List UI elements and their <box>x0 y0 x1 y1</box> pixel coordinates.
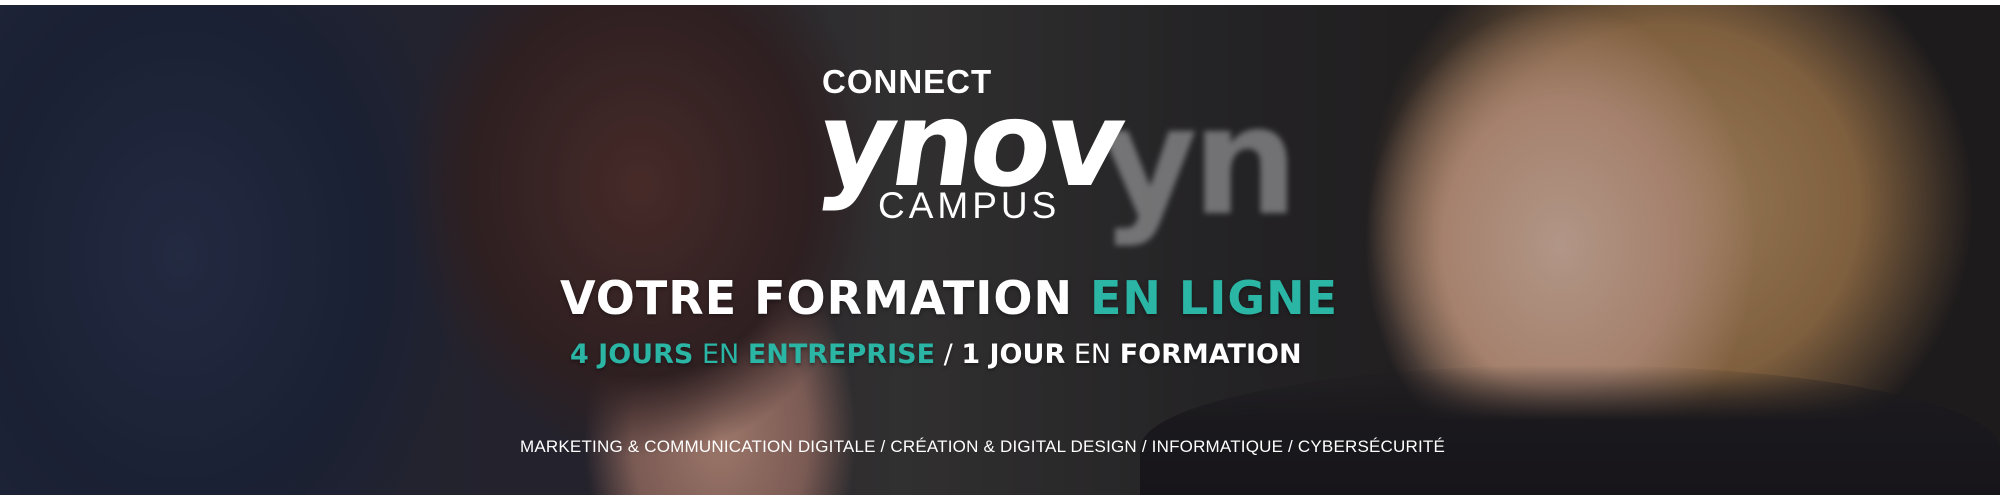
logo-brand-text: ynov <box>810 75 1129 213</box>
headline-part2: EN LIGNE <box>1090 271 1339 325</box>
subline-separator: / <box>943 339 953 370</box>
programs-list: MARKETING & COMMUNICATION DIGITALE / CRÉ… <box>520 437 1446 456</box>
training-label: FORMATION <box>1119 339 1302 370</box>
training-days-number: 1 JOUR <box>961 339 1066 370</box>
rhythm-subline: 4 JOURS EN ENTREPRISE / 1 JOUR EN FORMAT… <box>570 339 1370 370</box>
headline: VOTRE FORMATION EN LIGNE <box>560 271 1360 325</box>
ynov-connect-logo: CONNECT ynov CAMPUS <box>810 63 1128 227</box>
company-label: ENTREPRISE <box>747 339 936 370</box>
headline-part1: VOTRE FORMATION <box>560 271 1073 325</box>
training-days-en: EN <box>1073 339 1112 370</box>
company-days-en: EN <box>701 339 740 370</box>
hero-banner: yn CONNECT ynov CAMPUS VOTRE FORMATION E… <box>0 5 2000 495</box>
company-days-number: 4 JOURS <box>570 339 694 370</box>
